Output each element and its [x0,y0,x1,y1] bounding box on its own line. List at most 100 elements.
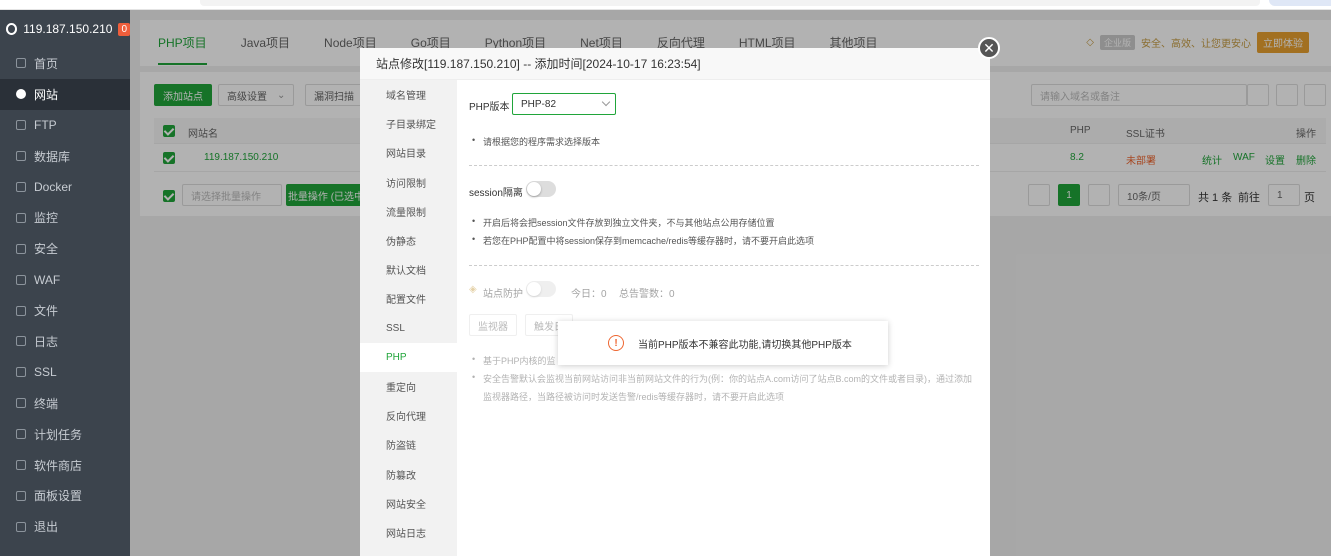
sidebar: 119.187.150.210 0 首页网站 FTP 数据库 Docker 监控安全 WA… [0,10,130,556]
dialog-nav-item[interactable]: SSL [360,314,457,343]
sidebar-item[interactable]: 终端 [0,388,130,419]
session-label: session隔离 [469,188,523,199]
settings-icon [16,490,26,501]
monitor-icon [16,212,26,223]
sidebar-item[interactable]: 计划任务 [0,419,130,450]
sidebar-item-label: 数据库 [34,149,71,164]
store-icon [16,460,26,471]
divider [469,265,979,266]
sidebar-item-label: 首页 [34,56,59,71]
address-bar[interactable] [200,0,1260,6]
dialog-nav-item[interactable]: 防篡改 [360,459,457,488]
globe-icon [16,89,26,100]
dialog-nav-item[interactable]: 配置文件 [360,284,457,313]
php-tip: 请根据您的程序需求选择版本 [469,135,600,148]
protect-toggle[interactable] [526,281,556,297]
dialog-nav-item[interactable]: 流量限制 [360,197,457,226]
php-version-label: PHP版本 [469,102,510,113]
sidebar-item[interactable]: SSL [0,357,130,388]
dialog-nav-item[interactable]: 域名管理 [360,80,457,109]
protect-tip-2: 安全告警默认会监视当前网站访问非当前网站文件的行为(例：你的站点A.com访问了… [469,372,972,385]
calendar-icon [16,429,26,440]
dialog-nav-item[interactable]: 重定向 [360,372,457,401]
sidebar-item-label: 日志 [34,334,59,349]
sidebar-item[interactable]: 文件 [0,295,130,326]
protect-label: 站点防护 [483,289,523,300]
php-settings-panel: PHP版本 PHP-82 请根据您的程序需求选择版本 session隔离 开启后… [457,80,990,556]
dialog-nav-item[interactable]: 防盗链 [360,430,457,459]
sidebar-item[interactable]: FTP [0,110,130,141]
php-version-value: PHP-82 [521,98,557,110]
sidebar-item[interactable]: 面板设置 [0,480,130,511]
close-icon[interactable]: ✕ [978,37,1000,59]
sidebar-header: 119.187.150.210 0 [0,10,130,48]
dialog-nav-item[interactable]: 默认文档 [360,255,457,284]
monitor-button[interactable]: 监视器 [469,314,517,336]
server-ip: 119.187.150.210 [23,22,113,36]
site-edit-dialog: 站点修改[119.187.150.210] -- 添加时间[2024-10-17… [360,48,990,556]
sidebar-item[interactable]: WAF [0,264,130,295]
sidebar-item-label: SSL [34,365,57,380]
dialog-nav-item[interactable]: PHP [360,342,457,372]
toast-message: 当前PHP版本不兼容此功能,请切换其他PHP版本 [638,339,852,351]
sidebar-item[interactable]: 监控 [0,202,130,233]
logout-icon [16,521,26,532]
session-tip-1: 开启后将会把session文件存放到独立文件夹，不与其他站点公用存储位置 [469,216,775,229]
session-toggle[interactable] [526,181,556,197]
protect-tip-1: 基于PHP内核的监 [469,354,556,367]
sidebar-item-label: 安全 [34,242,59,257]
php-version-select[interactable]: PHP-82 [512,93,616,115]
dialog-nav-item[interactable]: 子目录绑定 [360,109,457,138]
divider [469,165,979,166]
dialog-nav-item[interactable]: 反向代理 [360,401,457,430]
ssl-icon [16,367,26,378]
dialog-nav-item[interactable]: 网站日志 [360,518,457,547]
sidebar-item-label: 退出 [34,520,59,535]
sidebar-item-label: 面板设置 [34,489,83,504]
sidebar-item[interactable]: 退出 [0,511,130,542]
sidebar-item-label: WAF [34,272,61,287]
sidebar-item-label: 网站 [34,87,59,102]
chevron-down-icon [601,97,611,107]
dialog-nav-item[interactable]: 网站目录 [360,138,457,167]
shield-icon: ◈ [469,284,477,295]
session-tip-2: 若您在PHP配置中将session保存到memcache/redis等缓存器时，… [469,234,814,247]
sidebar-item[interactable]: 日志 [0,326,130,357]
ftp-icon [16,120,26,131]
sidebar-item-label: 软件商店 [34,458,83,473]
browser-strip [0,0,1331,10]
log-icon [16,336,26,347]
dialog-nav-item[interactable]: 访问限制 [360,168,457,197]
sidebar-item-label: 计划任务 [34,427,83,442]
dialog-nav-item[interactable]: 网站安全 [360,489,457,518]
sidebar-item[interactable]: 软件商店 [0,450,130,481]
sidebar-item-label: Docker [34,180,73,194]
warning-toast: ! 当前PHP版本不兼容此功能,请切换其他PHP版本 [558,321,888,365]
sidebar-item[interactable]: Docker [0,172,130,203]
home-icon [16,58,26,69]
database-icon [16,151,26,162]
sidebar-item-label: FTP [34,118,57,133]
sidebar-item-label: 终端 [34,396,59,411]
today-alarm: 今日：0 [571,289,607,300]
protect-tip-3: 监视器路径，当路径被访问时发送告警/redis等缓存器时，请不要开启此选项 [483,392,785,402]
terminal-icon [16,398,26,409]
docker-icon [16,182,26,192]
notification-badge[interactable]: 0 [118,22,130,36]
sidebar-item[interactable]: 安全 [0,233,130,264]
sidebar-menu: 首页网站 FTP 数据库 Docker 监控安全 WAF 文件日志 SSL 终端计划任务软件商店… [0,48,130,542]
dialog-nav: 域名管理 子目录绑定 网站目录 访问限制 流量限制 伪静态 默认文档 配置文件 SSL PHP 重定… [360,80,457,556]
sidebar-item[interactable]: 首页 [0,48,130,79]
sidebar-item-label: 文件 [34,304,59,319]
browser-pill[interactable] [1269,0,1331,6]
server-icon [6,23,18,35]
sidebar-item-label: 监控 [34,211,59,226]
waf-icon [16,274,26,285]
dialog-nav-item[interactable]: 伪静态 [360,226,457,255]
dialog-title: 站点修改[119.187.150.210] -- 添加时间[2024-10-17… [360,48,990,80]
sidebar-item[interactable]: 数据库 [0,141,130,172]
shield-icon [16,243,26,254]
folder-icon [16,305,26,316]
sidebar-item[interactable]: 网站 [0,78,130,110]
warning-icon: ! [608,335,624,351]
